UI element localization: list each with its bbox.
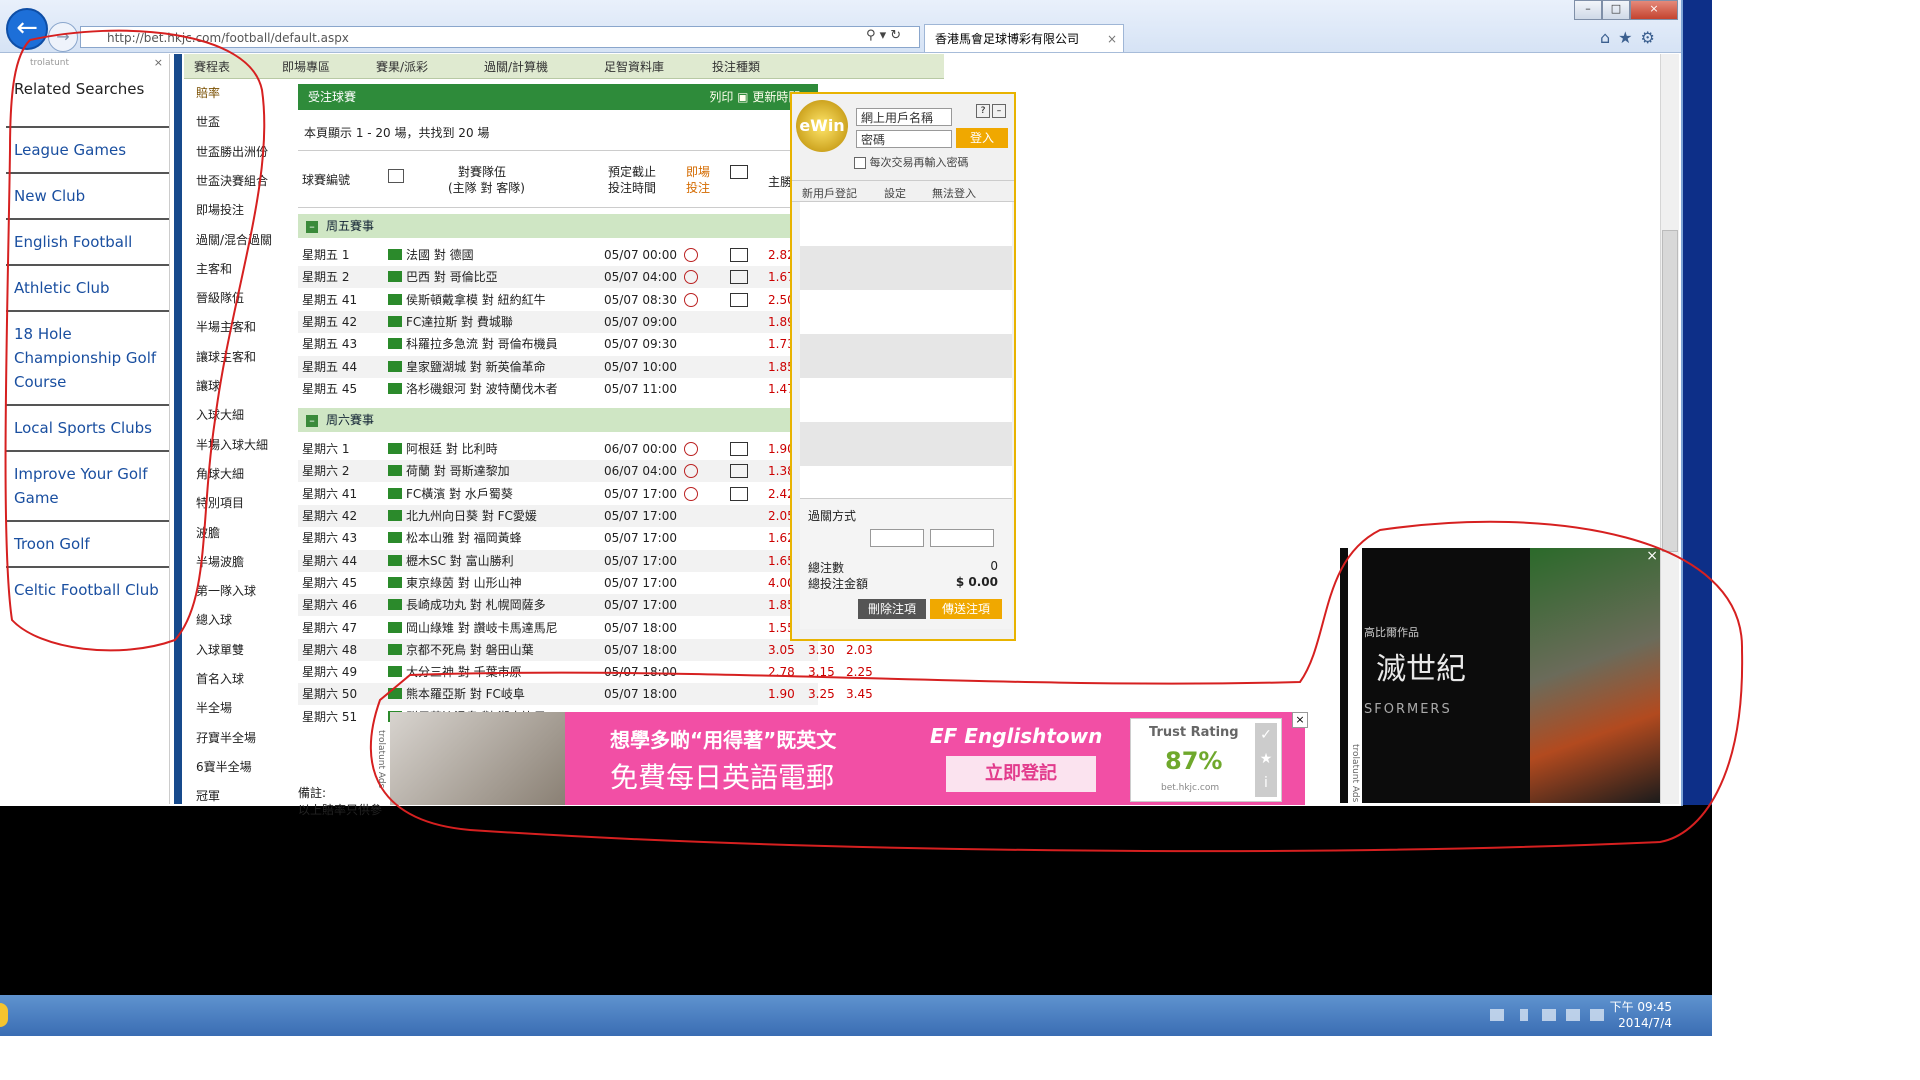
start-orb-icon[interactable] [0,1003,8,1027]
network-icon[interactable] [1542,1009,1556,1021]
volume-icon[interactable] [1590,1009,1604,1021]
clock-date: 2014/7/4 [1618,1016,1672,1030]
flag-icon[interactable] [1566,1009,1580,1021]
clock[interactable]: 下午 09:45 2014/7/4 [1610,999,1672,1031]
clock-time: 下午 09:45 [1609,1000,1672,1014]
taskbar: 下午 09:45 2014/7/4 [0,995,1712,1036]
show-hidden-icon[interactable] [1520,1009,1528,1021]
annotation-left-circle [4,29,266,652]
keyboard-icon[interactable] [1490,1009,1504,1021]
red-annotations [4,29,1744,853]
annotation-bottom-circle [369,520,1744,853]
